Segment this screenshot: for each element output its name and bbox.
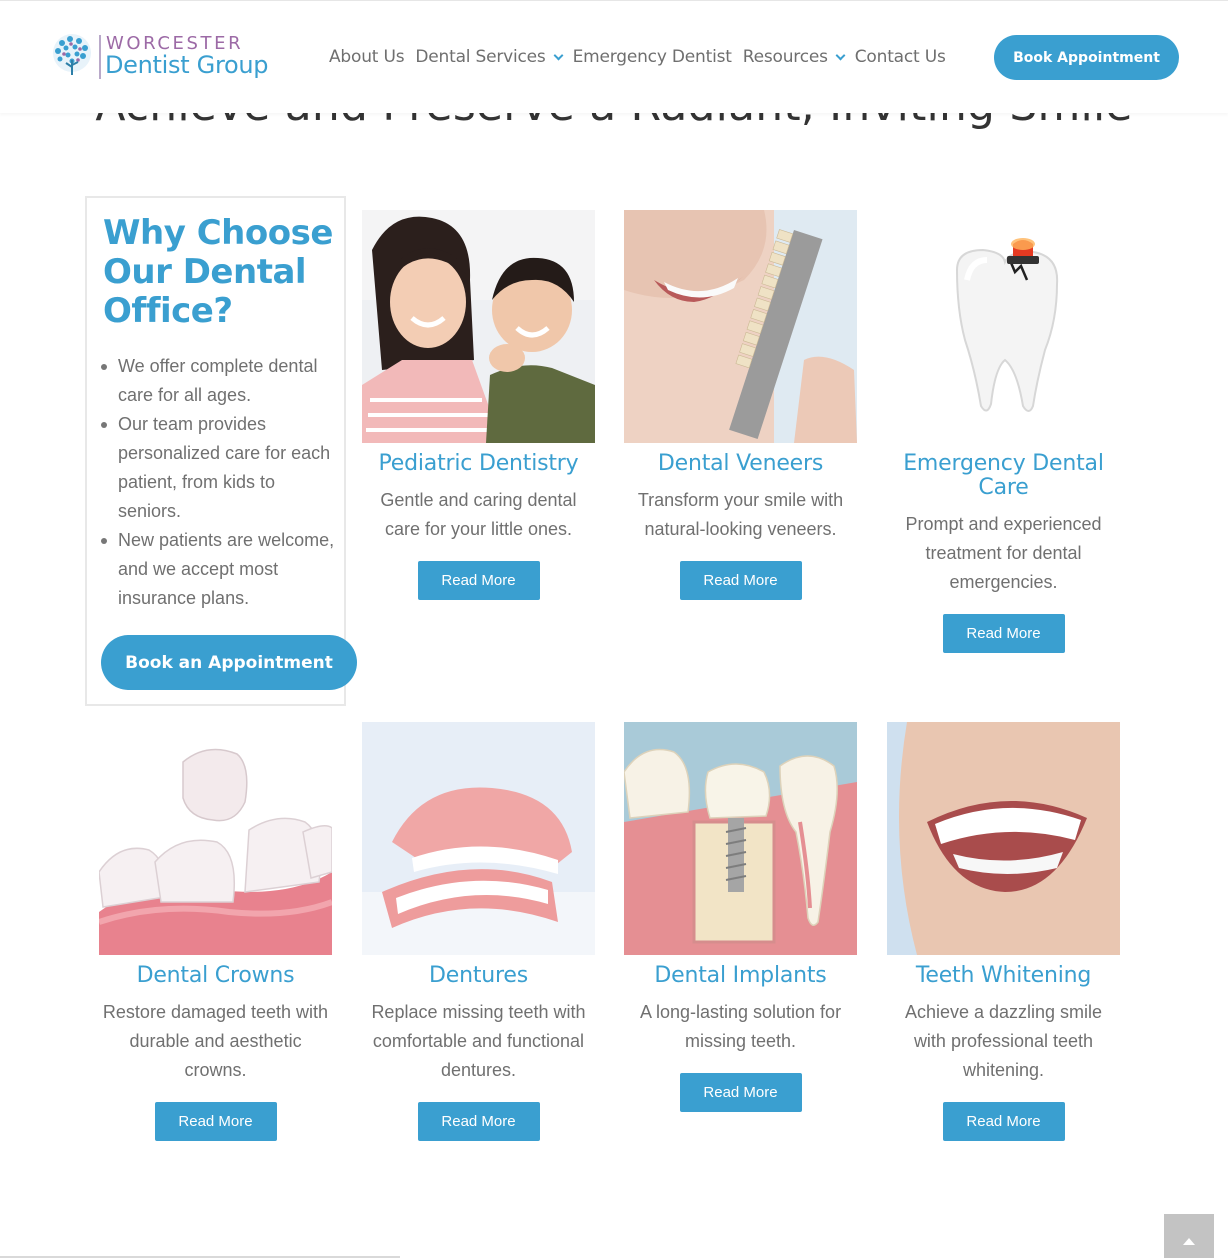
crown-over-tooth-render[interactable] bbox=[99, 722, 332, 955]
chevron-down-icon bbox=[835, 50, 846, 60]
logo-wordmark-bottom: Dentist Group bbox=[105, 51, 269, 79]
service-description: Replace missing teeth with comfortable a… bbox=[371, 1002, 586, 1080]
children-smiling-photo[interactable] bbox=[362, 210, 595, 443]
book-an-appointment-button[interactable]: Book an Appointment bbox=[101, 635, 357, 690]
why-choose-title: Why Choose Our Dental Office? bbox=[103, 213, 333, 331]
nav-item-contact-us[interactable]: Contact Us bbox=[855, 47, 946, 67]
logo-divider bbox=[99, 35, 101, 79]
service-description: Achieve a dazzling smile with profession… bbox=[904, 1002, 1103, 1080]
read-more-button[interactable]: Read More bbox=[679, 561, 802, 600]
read-more-button[interactable]: Read More bbox=[679, 1073, 802, 1112]
read-more-button[interactable]: Read More bbox=[417, 1102, 540, 1141]
chevron-up-icon bbox=[1183, 1237, 1195, 1245]
tree-logo-icon bbox=[53, 34, 91, 75]
scroll-to-top-button[interactable] bbox=[1164, 1214, 1214, 1258]
read-more-button[interactable]: Read More bbox=[942, 1102, 1065, 1141]
service-title: Dentures bbox=[429, 963, 528, 988]
service-title: Pediatric Dentistry bbox=[378, 451, 579, 476]
site-logo[interactable]: WORCESTER Dentist Group bbox=[50, 31, 300, 85]
denture-photo[interactable] bbox=[362, 722, 595, 955]
why-choose-list: We offer complete dental care for all ag… bbox=[101, 352, 341, 613]
nav-item-about-us[interactable]: About Us bbox=[329, 47, 405, 67]
nav-item-emergency-dentist[interactable]: Emergency Dentist bbox=[573, 47, 732, 67]
nav-item-resources[interactable]: Resources bbox=[743, 47, 846, 67]
service-card-dental-implants: Dental Implants A long-lasting solution … bbox=[624, 722, 857, 1112]
list-item: We offer complete dental care for all ag… bbox=[101, 352, 341, 410]
read-more-button[interactable]: Read More bbox=[417, 561, 540, 600]
list-item: New patients are welcome, and we accept … bbox=[101, 526, 341, 613]
service-description: Gentle and caring dental care for your l… bbox=[380, 490, 577, 539]
white-smile-photo[interactable] bbox=[887, 722, 1120, 955]
chevron-down-icon bbox=[553, 50, 564, 60]
service-title: Emergency Dental Care bbox=[903, 451, 1104, 500]
service-card-pediatric-dentistry: Pediatric Dentistry Gentle and caring de… bbox=[362, 210, 595, 600]
service-description: Restore damaged teeth with durable and a… bbox=[102, 1002, 329, 1080]
service-description: Prompt and experienced treatment for den… bbox=[905, 514, 1102, 592]
service-card-dentures: Dentures Replace missing teeth with comf… bbox=[362, 722, 595, 1141]
service-title: Dental Implants bbox=[654, 963, 827, 988]
list-item: Our team provides personalized care for … bbox=[101, 410, 341, 526]
implant-cross-section-render[interactable] bbox=[624, 722, 857, 955]
veneer-shade-guide-photo[interactable] bbox=[624, 210, 857, 443]
read-more-button[interactable]: Read More bbox=[154, 1102, 277, 1141]
service-card-emergency-dental-care: Emergency Dental Care Prompt and experie… bbox=[887, 210, 1120, 653]
service-title: Teeth Whitening bbox=[915, 963, 1092, 988]
service-title: Dental Veneers bbox=[657, 451, 824, 476]
nav-item-dental-services[interactable]: Dental Services bbox=[415, 47, 564, 67]
read-more-button[interactable]: Read More bbox=[942, 614, 1065, 653]
book-appointment-button[interactable]: Book Appointment bbox=[994, 35, 1179, 80]
service-card-dental-crowns: Dental Crowns Restore damaged teeth with… bbox=[99, 722, 332, 1141]
service-card-teeth-whitening: Teeth Whitening Achieve a dazzling smile… bbox=[887, 722, 1120, 1141]
service-card-dental-veneers: Dental Veneers Transform your smile with… bbox=[624, 210, 857, 600]
service-title: Dental Crowns bbox=[136, 963, 295, 988]
tooth-with-alarm-light[interactable] bbox=[887, 210, 1120, 443]
service-description: Transform your smile with natural-lookin… bbox=[637, 490, 844, 539]
main-nav: About Us Dental Services Emergency Denti… bbox=[329, 45, 957, 69]
site-header: WORCESTER Dentist Group About Us Dental … bbox=[0, 0, 1228, 113]
why-choose-box: Why Choose Our Dental Office? We offer c… bbox=[85, 196, 346, 706]
service-description: A long-lasting solution for missing teet… bbox=[639, 1002, 842, 1051]
